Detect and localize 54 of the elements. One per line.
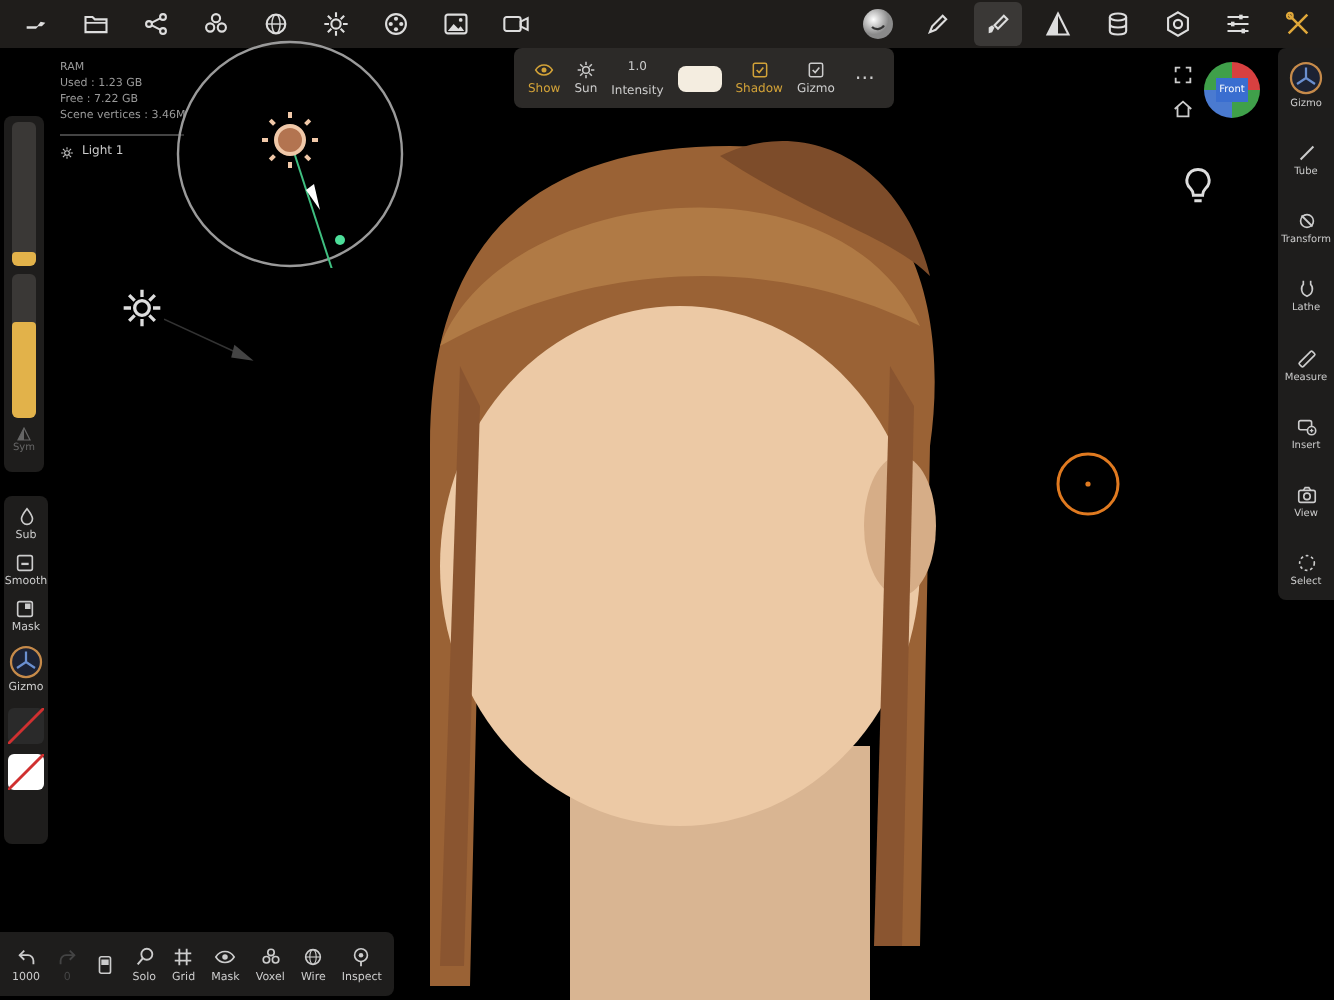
folder-icon [82, 10, 110, 38]
color-swatch[interactable] [8, 754, 44, 790]
sun-icon[interactable] [120, 286, 164, 330]
camera-icon [1295, 483, 1317, 506]
settings-icon [1164, 10, 1192, 38]
reel-icon [382, 10, 410, 38]
video-camera-icon [502, 10, 530, 38]
light-icon [60, 145, 74, 159]
pivot-icon[interactable] [1054, 450, 1122, 518]
checkbox-icon [749, 60, 770, 80]
search-icon [133, 945, 156, 967]
undo-icon [15, 945, 38, 967]
brush-icon [984, 10, 1012, 38]
eye-icon [534, 60, 555, 80]
home-icon[interactable] [1172, 98, 1194, 120]
color-swatch[interactable] [8, 708, 44, 744]
image-icon [442, 10, 470, 38]
light-color-swatch[interactable] [677, 65, 722, 91]
lathe-icon [1295, 278, 1317, 301]
sliders-icon [1224, 10, 1252, 38]
tube-icon [1295, 142, 1317, 165]
tools-icon [1284, 10, 1312, 38]
circles-icon [202, 10, 230, 38]
vertical-slider[interactable] [12, 274, 36, 418]
material-sphere-icon [860, 6, 896, 42]
dashed-circle-icon [1295, 551, 1317, 574]
triangle-icon [15, 426, 32, 442]
expand-icon[interactable] [1172, 64, 1194, 86]
gizmo-icon [8, 644, 44, 680]
insert-icon [1295, 415, 1317, 438]
mask-icon [14, 598, 37, 620]
sphere-icon [302, 945, 325, 967]
brush-button[interactable] [974, 2, 1022, 46]
checkbox-icon [805, 60, 826, 80]
transform-icon [1295, 210, 1317, 233]
grid-icon [172, 945, 195, 967]
gizmo-icon [1288, 60, 1324, 96]
cylinder-icon [1104, 10, 1132, 38]
drop-icon [15, 506, 37, 528]
ruler-icon [1295, 347, 1317, 370]
sun-icon [322, 10, 350, 38]
circles-icon [259, 945, 282, 967]
sun-icon [575, 60, 596, 80]
sphere-icon [262, 10, 290, 38]
eye-icon [214, 945, 237, 967]
triangle-icon [1044, 10, 1072, 38]
vertical-slider[interactable] [12, 122, 36, 266]
more-button[interactable]: ⋯ [842, 67, 887, 89]
inspect-icon [350, 945, 373, 967]
device-icon [94, 953, 117, 975]
nodes-icon [142, 10, 170, 38]
redo-icon [56, 945, 79, 967]
smooth-icon [14, 552, 37, 574]
pencil-icon [924, 10, 952, 38]
